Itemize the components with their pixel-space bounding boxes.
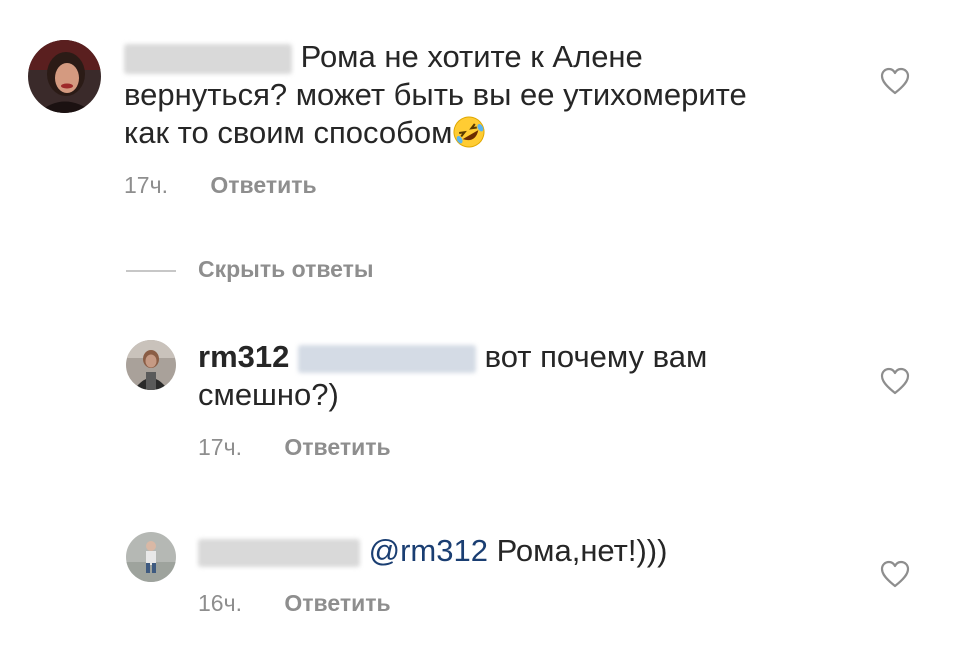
reply-button[interactable]: Ответить bbox=[210, 172, 316, 198]
heart-icon[interactable] bbox=[880, 67, 910, 95]
mention-link[interactable]: @rm312 bbox=[369, 533, 488, 568]
hidden-username[interactable] bbox=[124, 43, 292, 74]
reply-body: Рома,нет!))) bbox=[496, 533, 668, 568]
reply-meta: 17ч. Ответить bbox=[198, 434, 391, 461]
heart-icon[interactable] bbox=[880, 367, 910, 395]
hidden-username[interactable] bbox=[198, 538, 360, 567]
reply-time: 17ч. bbox=[198, 434, 242, 460]
comment-meta: 17ч. Ответить bbox=[124, 172, 317, 199]
reply-button[interactable]: Ответить bbox=[284, 590, 390, 616]
comment-line-2: вернуться? может быть вы ее утихомерите bbox=[124, 77, 747, 112]
rolling-on-floor-laughing-emoji bbox=[452, 115, 486, 149]
avatar[interactable] bbox=[126, 532, 176, 582]
reply-button[interactable]: Ответить bbox=[284, 434, 390, 460]
reply-username[interactable]: rm312 bbox=[198, 339, 289, 374]
heart-icon[interactable] bbox=[880, 560, 910, 588]
reply-text: rm312 вот почему вам смешно?) bbox=[198, 338, 838, 414]
divider-line bbox=[126, 270, 176, 272]
reply-time: 16ч. bbox=[198, 590, 242, 616]
avatar[interactable] bbox=[126, 340, 176, 390]
comment-time: 17ч. bbox=[124, 172, 168, 198]
hide-replies-label: Скрыть ответы bbox=[198, 256, 374, 282]
comment-text: Рома не хотите к Алене вернуться? может … bbox=[124, 38, 844, 152]
reply-meta: 16ч. Ответить bbox=[198, 590, 391, 617]
reply-line-1: вот почему вам bbox=[484, 339, 708, 374]
hidden-mention[interactable] bbox=[297, 344, 476, 373]
comment-line-3: как то своим способом bbox=[124, 115, 453, 150]
comment-line-1: Рома не хотите к Алене bbox=[300, 39, 643, 74]
reply-text: @rm312 Рома,нет!))) bbox=[198, 532, 838, 570]
reply-line-2: смешно?) bbox=[198, 377, 339, 412]
avatar[interactable] bbox=[28, 40, 101, 113]
hide-replies-button[interactable]: Скрыть ответы bbox=[126, 256, 374, 286]
